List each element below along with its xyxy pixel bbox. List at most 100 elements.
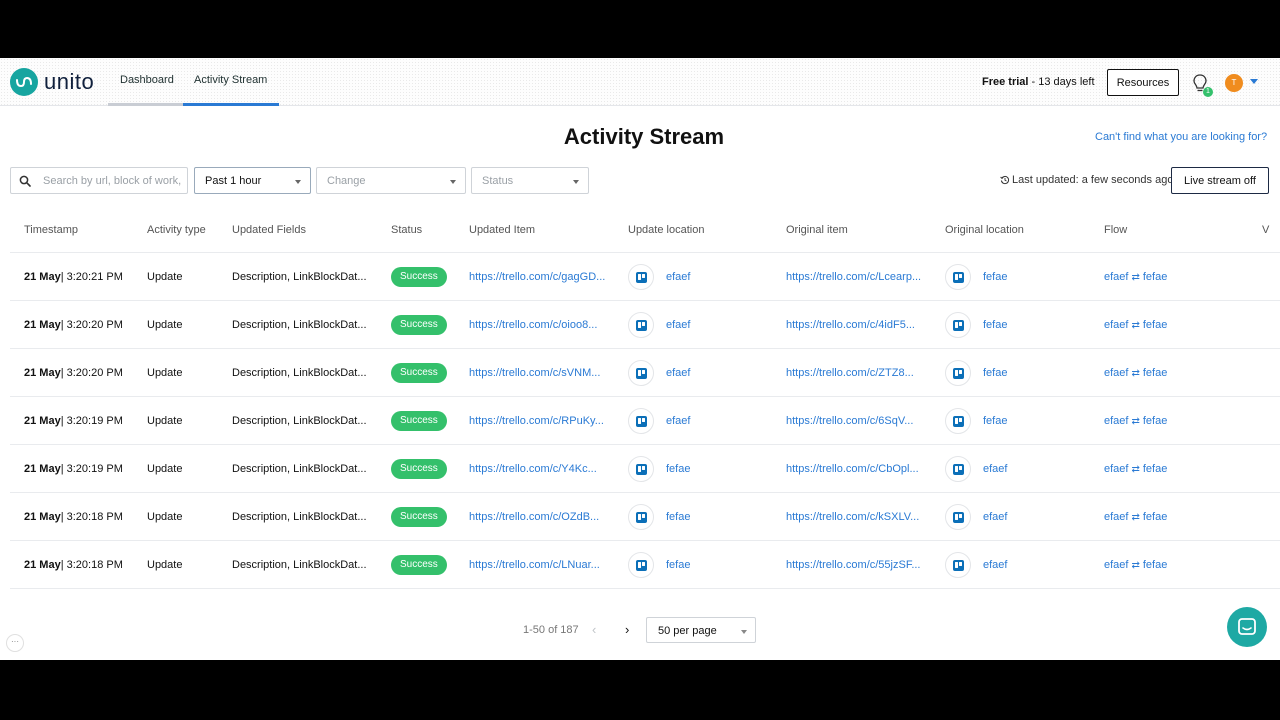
- avatar[interactable]: T: [1225, 74, 1243, 92]
- updated-item-link[interactable]: https://trello.com/c/Y4Kc...: [469, 445, 597, 493]
- header-status[interactable]: Status: [391, 224, 422, 236]
- help-link[interactable]: Can't find what you are looking for?: [1095, 131, 1267, 143]
- trello-icon: [628, 408, 654, 434]
- search-input[interactable]: [43, 172, 183, 190]
- flow-source[interactable]: efaef: [1104, 559, 1128, 571]
- letterbox-bottom: [0, 660, 1280, 720]
- flow-cell[interactable]: efaef ⇄ fefae: [1104, 253, 1167, 301]
- table-row[interactable]: 21 May | 3:20:18 PM Update Description, Li…: [10, 492, 1280, 540]
- updated-item-link[interactable]: https://trello.com/c/LNuar...: [469, 541, 600, 589]
- nav-activity-stream[interactable]: Activity Stream: [194, 74, 267, 86]
- update-location-link[interactable]: fefae: [666, 559, 690, 571]
- original-item-link[interactable]: https://trello.com/c/ZTZ8...: [786, 349, 914, 397]
- original-item-link[interactable]: https://trello.com/c/Lcearp...: [786, 253, 921, 301]
- flow-target[interactable]: fefae: [1143, 559, 1167, 571]
- original-location-link[interactable]: fefae: [983, 319, 1007, 331]
- flow-cell[interactable]: efaef ⇄ fefae: [1104, 493, 1167, 541]
- update-location-link[interactable]: efaef: [666, 271, 690, 283]
- updated-item-link[interactable]: https://trello.com/c/sVNM...: [469, 349, 600, 397]
- header-timestamp[interactable]: Timestamp: [24, 224, 78, 236]
- flow-cell[interactable]: efaef ⇄ fefae: [1104, 349, 1167, 397]
- header-updated-item[interactable]: Updated Item: [469, 224, 535, 236]
- chevron-left-icon[interactable]: ‹: [592, 622, 596, 637]
- flow-target[interactable]: fefae: [1143, 511, 1167, 523]
- per-page-select[interactable]: 50 per page: [646, 617, 756, 643]
- flow-source[interactable]: efaef: [1104, 271, 1128, 283]
- nav-dashboard[interactable]: Dashboard: [120, 74, 174, 86]
- header-original-item[interactable]: Original item: [786, 224, 848, 236]
- table-row[interactable]: 21 May | 3:20:19 PM Update Description, Li…: [10, 396, 1280, 444]
- timestamp-date: 21 May: [24, 511, 61, 523]
- table-row[interactable]: 21 May | 3:20:18 PM Update Description, Li…: [10, 540, 1280, 588]
- update-location-link[interactable]: efaef: [666, 415, 690, 427]
- timestamp-cell: 21 May | 3:20:20 PM: [24, 301, 123, 349]
- status-select[interactable]: Status: [471, 167, 589, 194]
- updated-item-link[interactable]: https://trello.com/c/gagGD...: [469, 253, 605, 301]
- flow-cell[interactable]: efaef ⇄ fefae: [1104, 541, 1167, 589]
- flow-cell[interactable]: efaef ⇄ fefae: [1104, 397, 1167, 445]
- change-select[interactable]: Change: [316, 167, 466, 194]
- sync-arrows-icon: ⇄: [1131, 511, 1140, 523]
- original-location-link[interactable]: efaef: [983, 559, 1007, 571]
- flow-target[interactable]: fefae: [1143, 271, 1167, 283]
- original-location-link[interactable]: fefae: [983, 271, 1007, 283]
- table-row[interactable]: 21 May | 3:20:20 PM Update Description, Li…: [10, 348, 1280, 396]
- activity-type-cell: Update: [147, 511, 183, 523]
- flow-cell[interactable]: efaef ⇄ fefae: [1104, 301, 1167, 349]
- original-item-link[interactable]: https://trello.com/c/6SqV...: [786, 397, 913, 445]
- header-activity-type[interactable]: Activity type: [147, 224, 206, 236]
- header-original-location[interactable]: Original location: [945, 224, 1024, 236]
- original-location-link[interactable]: fefae: [983, 415, 1007, 427]
- chat-button[interactable]: [1227, 607, 1267, 647]
- resources-button[interactable]: Resources: [1107, 69, 1179, 96]
- table-row[interactable]: 21 May | 3:20:20 PM Update Description, Li…: [10, 300, 1280, 348]
- update-location-link[interactable]: efaef: [666, 319, 690, 331]
- updated-item-link[interactable]: https://trello.com/c/OZdB...: [469, 493, 599, 541]
- table-row[interactable]: 21 May | 3:20:19 PM Update Description, Li…: [10, 444, 1280, 492]
- original-location-link[interactable]: fefae: [983, 367, 1007, 379]
- unito-logo[interactable]: unito: [10, 68, 94, 96]
- flow-target[interactable]: fefae: [1143, 415, 1167, 427]
- original-location-link[interactable]: efaef: [983, 511, 1007, 523]
- flow-target[interactable]: fefae: [1143, 319, 1167, 331]
- chevron-down-icon[interactable]: [1250, 79, 1258, 84]
- more-icon[interactable]: ···: [6, 634, 24, 652]
- flow-source[interactable]: efaef: [1104, 511, 1128, 523]
- chevron-right-icon[interactable]: ›: [625, 622, 629, 637]
- original-item-link[interactable]: https://trello.com/c/4idF5...: [786, 301, 915, 349]
- original-item-link[interactable]: https://trello.com/c/kSXLV...: [786, 493, 919, 541]
- original-location-link[interactable]: efaef: [983, 463, 1007, 475]
- table-row[interactable]: 21 May | 3:20:21 PM Update Description, Li…: [10, 252, 1280, 300]
- time-range-select[interactable]: Past 1 hour: [194, 167, 311, 194]
- updated-item-link[interactable]: https://trello.com/c/oioo8...: [469, 301, 597, 349]
- update-location-link[interactable]: fefae: [666, 463, 690, 475]
- header-flow[interactable]: Flow: [1104, 224, 1127, 236]
- updated-item-link[interactable]: https://trello.com/c/RPuKy...: [469, 397, 604, 445]
- original-item-link[interactable]: https://trello.com/c/CbOpl...: [786, 445, 919, 493]
- update-location-link[interactable]: efaef: [666, 367, 690, 379]
- timestamp-cell: 21 May | 3:20:20 PM: [24, 349, 123, 397]
- update-location-link[interactable]: fefae: [666, 511, 690, 523]
- header-updated-fields[interactable]: Updated Fields: [232, 224, 306, 236]
- search-icon: [19, 175, 31, 187]
- flow-source[interactable]: efaef: [1104, 463, 1128, 475]
- search-field[interactable]: [10, 167, 188, 194]
- flow-source[interactable]: efaef: [1104, 367, 1128, 379]
- updated-fields-cell: Description, LinkBlockDat...: [232, 271, 367, 283]
- flow-source[interactable]: efaef: [1104, 415, 1128, 427]
- original-location-cell: efaef: [945, 541, 1007, 589]
- flow-cell[interactable]: efaef ⇄ fefae: [1104, 445, 1167, 493]
- flow-target[interactable]: fefae: [1143, 367, 1167, 379]
- trello-icon: [628, 264, 654, 290]
- original-location-cell: fefae: [945, 349, 1007, 397]
- app-window: unito Dashboard Activity Stream Free tri…: [0, 58, 1280, 660]
- header-update-location[interactable]: Update location: [628, 224, 704, 236]
- live-stream-button[interactable]: Live stream off: [1171, 167, 1269, 194]
- sync-arrows-icon: ⇄: [1131, 271, 1140, 283]
- table-row-partial: [10, 588, 1280, 600]
- flow-source[interactable]: efaef: [1104, 319, 1128, 331]
- timestamp-time: | 3:20:18 PM: [60, 511, 123, 523]
- flow-target[interactable]: fefae: [1143, 463, 1167, 475]
- top-navigation: unito Dashboard Activity Stream Free tri…: [0, 58, 1280, 106]
- original-item-link[interactable]: https://trello.com/c/55jzSF...: [786, 541, 921, 589]
